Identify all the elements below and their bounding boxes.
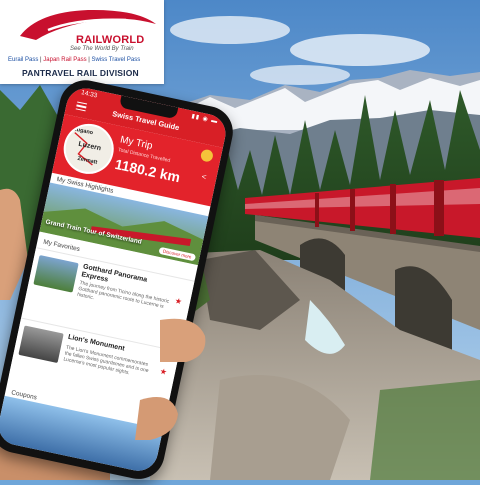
pass-list: Eurail Pass | Japan Rail Pass | Swiss Tr…: [8, 57, 140, 63]
favorite-thumbnail: [33, 254, 79, 293]
japan-rail-pass-label: Japan Rail Pass: [43, 57, 87, 63]
star-icon[interactable]: ★: [174, 296, 183, 306]
trip-distance-value: 1180.2 km: [113, 155, 182, 186]
division-name: PANTRAVEL RAIL DIVISION: [22, 68, 139, 78]
brand-name: RAILWORLD: [76, 34, 145, 46]
sun-icon[interactable]: [199, 148, 215, 163]
railworld-logo-card: RAILWORLD See The World By Train Eurail …: [0, 0, 164, 84]
favorite-thumbnail: [18, 325, 64, 364]
star-icon[interactable]: ★: [159, 367, 168, 377]
swiss-travel-pass-label: Swiss Travel Pass: [91, 57, 141, 63]
brand-tagline: See The World By Train: [70, 46, 134, 52]
share-icon[interactable]: <: [201, 172, 207, 182]
trip-map[interactable]: Lugano Luzern Zermatt: [59, 119, 119, 179]
eurail-pass-label: Eurail Pass: [8, 57, 39, 63]
